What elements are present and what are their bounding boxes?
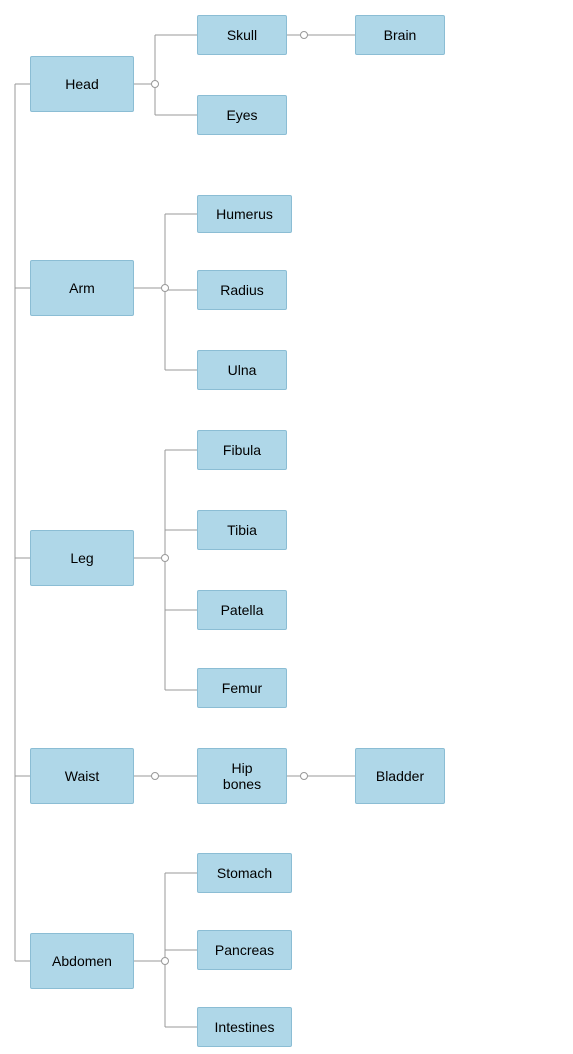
node-ulna[interactable]: Ulna: [197, 350, 287, 390]
arm-connector-dot: [161, 284, 169, 292]
head-connector-dot: [151, 80, 159, 88]
node-intestines[interactable]: Intestines: [197, 1007, 292, 1047]
node-radius[interactable]: Radius: [197, 270, 287, 310]
node-stomach[interactable]: Stomach: [197, 853, 292, 893]
abdomen-connector-dot: [161, 957, 169, 965]
node-pancreas[interactable]: Pancreas: [197, 930, 292, 970]
node-fibula[interactable]: Fibula: [197, 430, 287, 470]
node-humerus[interactable]: Humerus: [197, 195, 292, 233]
node-patella[interactable]: Patella: [197, 590, 287, 630]
node-brain[interactable]: Brain: [355, 15, 445, 55]
node-waist[interactable]: Waist: [30, 748, 134, 804]
node-skull[interactable]: Skull: [197, 15, 287, 55]
skull-brain-dot: [300, 31, 308, 39]
node-head[interactable]: Head: [30, 56, 134, 112]
node-eyes[interactable]: Eyes: [197, 95, 287, 135]
node-abdomen[interactable]: Abdomen: [30, 933, 134, 989]
waist-connector-dot: [151, 772, 159, 780]
diagram: Head Skull Brain Eyes Arm Humerus Radius…: [0, 0, 573, 1054]
node-leg[interactable]: Leg: [30, 530, 134, 586]
hipbones-bladder-dot: [300, 772, 308, 780]
node-hipbones[interactable]: Hip bones: [197, 748, 287, 804]
node-femur[interactable]: Femur: [197, 668, 287, 708]
node-tibia[interactable]: Tibia: [197, 510, 287, 550]
node-arm[interactable]: Arm: [30, 260, 134, 316]
leg-connector-dot: [161, 554, 169, 562]
node-bladder[interactable]: Bladder: [355, 748, 445, 804]
